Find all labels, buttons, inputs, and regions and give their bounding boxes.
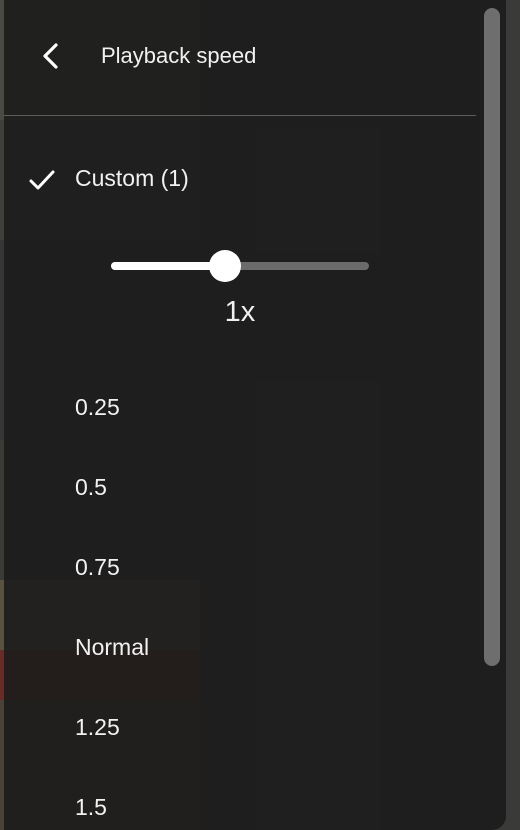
speed-readout: 1x <box>224 296 256 328</box>
speed-options-list: 0.25 0.5 0.75 Normal 1.25 1.5 <box>4 368 476 830</box>
speed-option[interactable]: 0.25 <box>4 368 476 448</box>
custom-speed-label: Custom (1) <box>75 165 189 191</box>
check-icon <box>29 170 55 190</box>
custom-speed-option[interactable]: Custom (1) <box>4 152 476 208</box>
speed-option-label: 0.5 <box>75 474 107 500</box>
menu-content: Playback speed Custom (1) 1x 0.25 0.5 0.… <box>4 0 480 830</box>
speed-option-label: Normal <box>75 634 150 660</box>
speed-option[interactable]: 0.5 <box>4 448 476 528</box>
speed-option-label: 1.25 <box>75 714 120 740</box>
chevron-left-icon <box>43 43 58 69</box>
playback-speed-menu: Playback speed Custom (1) 1x 0.25 0.5 0.… <box>4 0 506 830</box>
speed-option-label: 0.75 <box>75 554 120 580</box>
speed-slider[interactable] <box>111 248 369 284</box>
scrollbar[interactable] <box>484 8 500 666</box>
speed-option-label: 1.5 <box>75 794 107 820</box>
speed-option-label: 0.25 <box>75 394 120 420</box>
back-button[interactable] <box>32 36 72 76</box>
slider-thumb[interactable] <box>208 250 241 282</box>
speed-option[interactable]: Normal <box>4 608 476 688</box>
menu-title: Playback speed <box>101 43 257 68</box>
menu-header: Playback speed <box>4 0 476 116</box>
slider-fill <box>111 262 225 270</box>
speed-option[interactable]: 0.75 <box>4 528 476 608</box>
speed-option[interactable]: 1.5 <box>4 768 476 830</box>
speed-option[interactable]: 1.25 <box>4 688 476 768</box>
